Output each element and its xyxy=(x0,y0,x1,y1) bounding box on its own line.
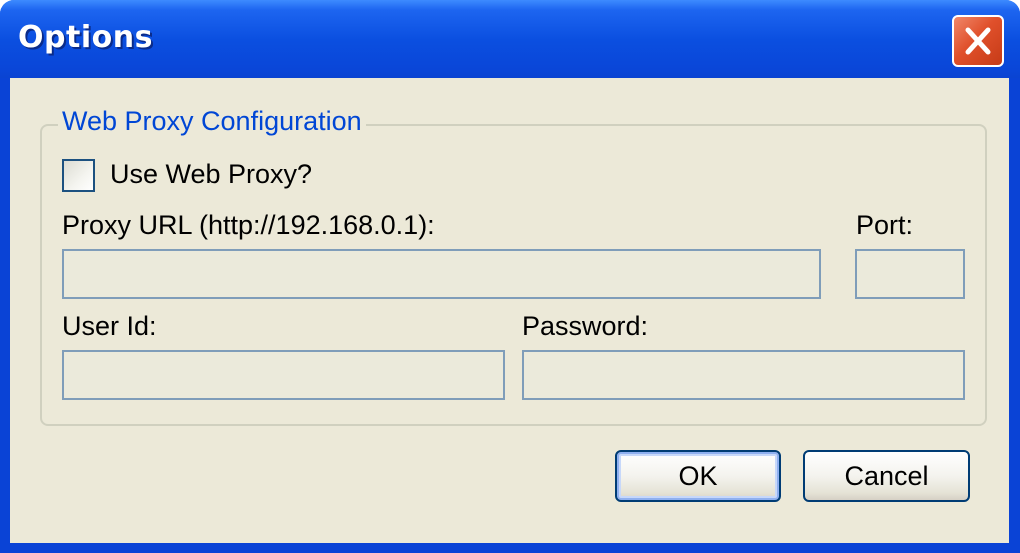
ok-button[interactable]: OK xyxy=(615,450,781,502)
groupbox-legend: Web Proxy Configuration xyxy=(58,106,366,137)
port-label: Port: xyxy=(856,210,914,240)
user-id-label: User Id: xyxy=(62,311,157,341)
title-bar[interactable]: Options xyxy=(0,0,1020,78)
password-input[interactable] xyxy=(522,350,965,400)
use-web-proxy-label[interactable]: Use Web Proxy? xyxy=(110,159,312,190)
user-id-input[interactable] xyxy=(62,350,505,400)
password-label: Password: xyxy=(522,311,649,341)
proxy-url-input[interactable] xyxy=(62,249,821,299)
port-input[interactable] xyxy=(855,249,965,299)
window-title: Options xyxy=(18,20,153,55)
proxy-url-label: Proxy URL (http://192.168.0.1): xyxy=(62,210,435,240)
options-dialog: Options Web Proxy Configuration Use Web … xyxy=(0,0,1020,553)
dialog-content: Web Proxy Configuration Use Web Proxy? P… xyxy=(10,78,1009,543)
use-web-proxy-checkbox[interactable] xyxy=(62,159,95,192)
cancel-button[interactable]: Cancel xyxy=(803,450,970,502)
close-button[interactable] xyxy=(952,15,1004,67)
